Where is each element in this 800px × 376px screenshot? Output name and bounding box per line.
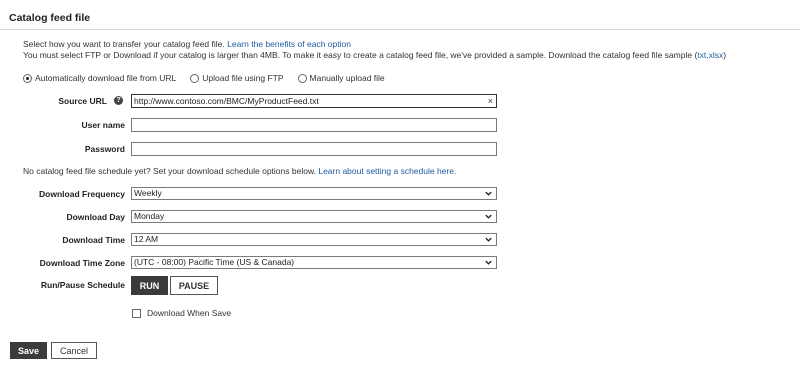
intro-line-1: Select how you want to transfer your cat…: [23, 39, 726, 50]
pause-button[interactable]: PAUSE: [170, 276, 218, 295]
section-title: Catalog feed file: [9, 12, 91, 24]
transfer-method-group: Automatically download file from URL Upl…: [23, 72, 399, 84]
source-url-input[interactable]: http://www.contoso.com/BMC/MyProductFeed…: [131, 94, 497, 108]
download-day-label: Download Day: [66, 212, 125, 222]
radio-button[interactable]: [297, 73, 307, 83]
radio-option-ftp[interactable]: Upload file using FTP: [190, 73, 284, 83]
header-divider: [0, 29, 800, 30]
download-time-zone-select[interactable]: (UTC - 08:00) Pacific Time (US & Canada): [131, 256, 497, 269]
download-time-label: Download Time: [62, 235, 125, 245]
download-day-select[interactable]: Monday: [131, 210, 497, 223]
benefits-link[interactable]: Learn the benefits of each option: [227, 39, 351, 49]
download-frequency-select[interactable]: Weekly: [131, 187, 497, 200]
cancel-button[interactable]: Cancel: [51, 342, 97, 359]
chevron-down-icon: [485, 191, 492, 196]
download-time-select[interactable]: 12 AM: [131, 233, 497, 246]
download-when-save-option[interactable]: Download When Save: [132, 308, 231, 318]
radio-option-download-url[interactable]: Automatically download file from URL: [23, 73, 176, 83]
run-pause-schedule-label: Run/Pause Schedule: [40, 280, 125, 290]
download-time-value: 12 AM: [134, 234, 159, 244]
radio-option-manual-upload[interactable]: Manually upload file: [297, 73, 385, 83]
user-name-label: User name: [81, 120, 125, 130]
chevron-down-icon: [485, 260, 492, 265]
schedule-help-link[interactable]: Learn about setting a schedule here.: [318, 166, 456, 176]
radio-label: Automatically download file from URL: [35, 73, 177, 83]
source-url-label: Source URL: [58, 96, 107, 106]
user-name-input[interactable]: [131, 118, 497, 132]
run-button[interactable]: RUN: [131, 276, 168, 295]
close-icon[interactable]: ×: [488, 95, 493, 107]
intro-line-1-text: Select how you want to transfer your cat…: [23, 39, 228, 49]
source-url-value: http://www.contoso.com/BMC/MyProductFeed…: [134, 96, 319, 106]
radio-button-checked[interactable]: [23, 73, 32, 83]
download-time-zone-label: Download Time Zone: [39, 258, 125, 268]
download-frequency-label: Download Frequency: [39, 189, 125, 199]
chevron-down-icon: [485, 214, 492, 219]
password-label: Password: [84, 144, 125, 154]
sample-download-link[interactable]: txt,xlsx: [697, 50, 723, 60]
password-input[interactable]: [131, 142, 497, 156]
download-frequency-value: Weekly: [134, 188, 162, 198]
intro-text: Select how you want to transfer your cat…: [23, 39, 726, 61]
download-time-zone-value: (UTC - 08:00) Pacific Time (US & Canada): [134, 257, 295, 267]
radio-label: Upload file using FTP: [202, 73, 284, 83]
help-icon[interactable]: ?: [114, 96, 123, 105]
download-when-save-label: Download When Save: [147, 308, 232, 318]
run-pause-toggle: RUN PAUSE: [131, 276, 218, 295]
intro-line-2-text: You must select FTP or Download if your …: [23, 50, 698, 60]
radio-button[interactable]: [190, 73, 200, 83]
save-button[interactable]: Save: [10, 342, 47, 359]
schedule-note-text: No catalog feed file schedule yet? Set y…: [23, 166, 319, 176]
download-when-save-checkbox[interactable]: [132, 308, 141, 318]
radio-label: Manually upload file: [309, 73, 385, 83]
chevron-down-icon: [485, 237, 492, 242]
intro-line-2-end: ): [723, 50, 727, 60]
intro-line-2: You must select FTP or Download if your …: [23, 50, 726, 61]
schedule-note: No catalog feed file schedule yet? Set y…: [23, 166, 456, 176]
download-day-value: Monday: [134, 211, 165, 221]
